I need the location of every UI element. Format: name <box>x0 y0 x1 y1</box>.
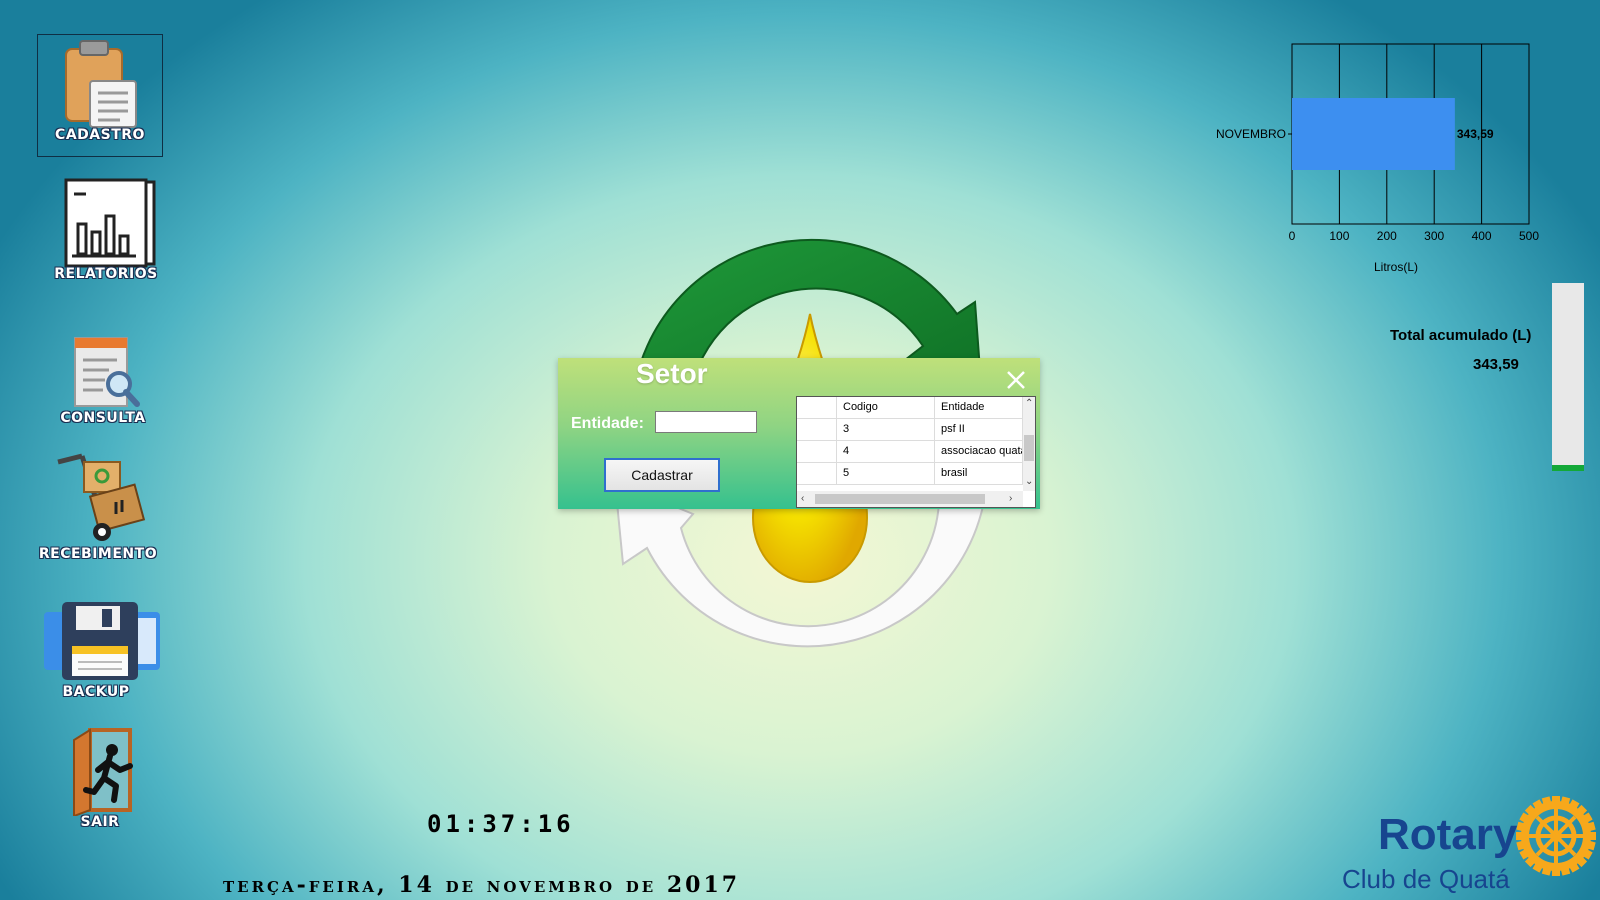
grid-header-entidade[interactable]: Entidade <box>935 397 1023 418</box>
chart-x-axis-label: Litros(L) <box>1374 260 1418 274</box>
chart-x-tick-label: 0 <box>1289 229 1296 243</box>
menu-recebimento-label: RECEBIMENTO <box>38 546 158 562</box>
cell-codigo[interactable]: 4 <box>837 441 935 462</box>
entidade-input[interactable] <box>655 411 757 433</box>
menu-consulta[interactable]: CONSULTA <box>40 334 166 426</box>
monthly-liters-chart: 343,59 0 100 200 300 400 500 NOVEMBRO Litros(L… <box>1216 43 1539 274</box>
vertical-scroll-thumb[interactable] <box>1024 435 1034 461</box>
chart-data-label: 343,59 <box>1457 127 1494 141</box>
scroll-right-icon[interactable]: › <box>1009 494 1012 504</box>
menu-recebimento[interactable]: RECEBIMENTO <box>35 452 161 562</box>
floppy-disk-icon <box>44 602 160 680</box>
report-chart-icon <box>64 178 156 268</box>
accumulated-level-bar <box>1552 283 1584 471</box>
exit-door-icon <box>73 728 133 816</box>
grid-header-codigo[interactable]: Codigo <box>837 397 935 418</box>
total-accumulated-label: Total acumulado (L) <box>1390 327 1532 344</box>
close-icon[interactable] <box>1004 368 1028 392</box>
row-selector[interactable] <box>797 441 837 462</box>
grid-header-selector <box>797 397 837 418</box>
chart-x-tick-label: 500 <box>1519 229 1539 243</box>
menu-sair-label: SAIR <box>80 814 120 830</box>
total-accumulated-value: 343,59 <box>1473 356 1519 373</box>
menu-backup[interactable]: BACKUP <box>37 598 163 700</box>
accumulated-level-fill <box>1552 465 1584 471</box>
chart-bar <box>1292 98 1455 170</box>
clock-date: terça-feira, 14 de novembro de 2017 <box>223 872 741 898</box>
chart-x-tick-label: 200 <box>1377 229 1397 243</box>
table-row[interactable]: 5 brasil <box>797 463 1023 485</box>
chart-x-tick-label: 400 <box>1472 229 1492 243</box>
clipboard-icon <box>65 40 137 128</box>
chart-y-tick-label: NOVEMBRO <box>1216 127 1286 141</box>
menu-relatorios[interactable]: RELATORIOS <box>43 176 169 282</box>
cadastrar-button[interactable]: Cadastrar <box>604 458 720 492</box>
table-row[interactable]: 4 associacao quata <box>797 441 1023 463</box>
scroll-left-icon[interactable]: ‹ <box>801 494 804 504</box>
menu-backup-label: BACKUP <box>62 684 130 700</box>
menu-cadastro[interactable]: CADASTRO <box>37 34 163 157</box>
scroll-down-icon[interactable]: ⌄ <box>1025 477 1033 487</box>
chart-bars: 343,59 <box>1292 98 1494 170</box>
chart-x-tick-label: 300 <box>1424 229 1444 243</box>
entidade-label: Entidade: <box>571 415 644 432</box>
menu-cadastro-label: CADASTRO <box>55 127 145 143</box>
cell-entidade[interactable]: associacao quata <box>935 441 1023 462</box>
clock-time: 01:37:16 <box>427 810 575 838</box>
menu-sair[interactable]: SAIR <box>37 726 163 830</box>
cell-codigo[interactable]: 5 <box>837 463 935 484</box>
table-row[interactable]: 3 psf II <box>797 419 1023 441</box>
cell-codigo[interactable]: 3 <box>837 419 935 440</box>
chart-x-tick-label: 100 <box>1329 229 1349 243</box>
horizontal-scroll-thumb[interactable] <box>815 494 985 504</box>
rotary-club-name: Club de Quatá <box>1342 864 1510 894</box>
hand-truck-icon <box>57 453 146 541</box>
rotary-wheel-icon <box>1516 796 1596 876</box>
document-search-icon <box>74 337 140 407</box>
entidade-grid[interactable]: Codigo Entidade 3 psf II 4 associacao qu… <box>796 396 1036 508</box>
vertical-scrollbar[interactable]: ⌃ ⌄ <box>1023 397 1035 491</box>
grid-header-row: Codigo Entidade <box>797 397 1023 419</box>
menu-relatorios-label: RELATORIOS <box>54 266 158 282</box>
horizontal-scrollbar[interactable]: ‹ › <box>797 491 1023 507</box>
rotary-wordmark: Rotary <box>1378 810 1518 859</box>
row-selector[interactable] <box>797 419 837 440</box>
scroll-up-icon[interactable]: ⌃ <box>1025 399 1033 409</box>
setor-dialog: Setor Entidade: Cadastrar Codigo Entidad… <box>558 358 1040 509</box>
menu-consulta-label: CONSULTA <box>60 410 146 426</box>
cell-entidade[interactable]: psf II <box>935 419 1023 440</box>
cell-entidade[interactable]: brasil <box>935 463 1023 484</box>
row-selector[interactable] <box>797 463 837 484</box>
dialog-title: Setor <box>636 358 708 389</box>
